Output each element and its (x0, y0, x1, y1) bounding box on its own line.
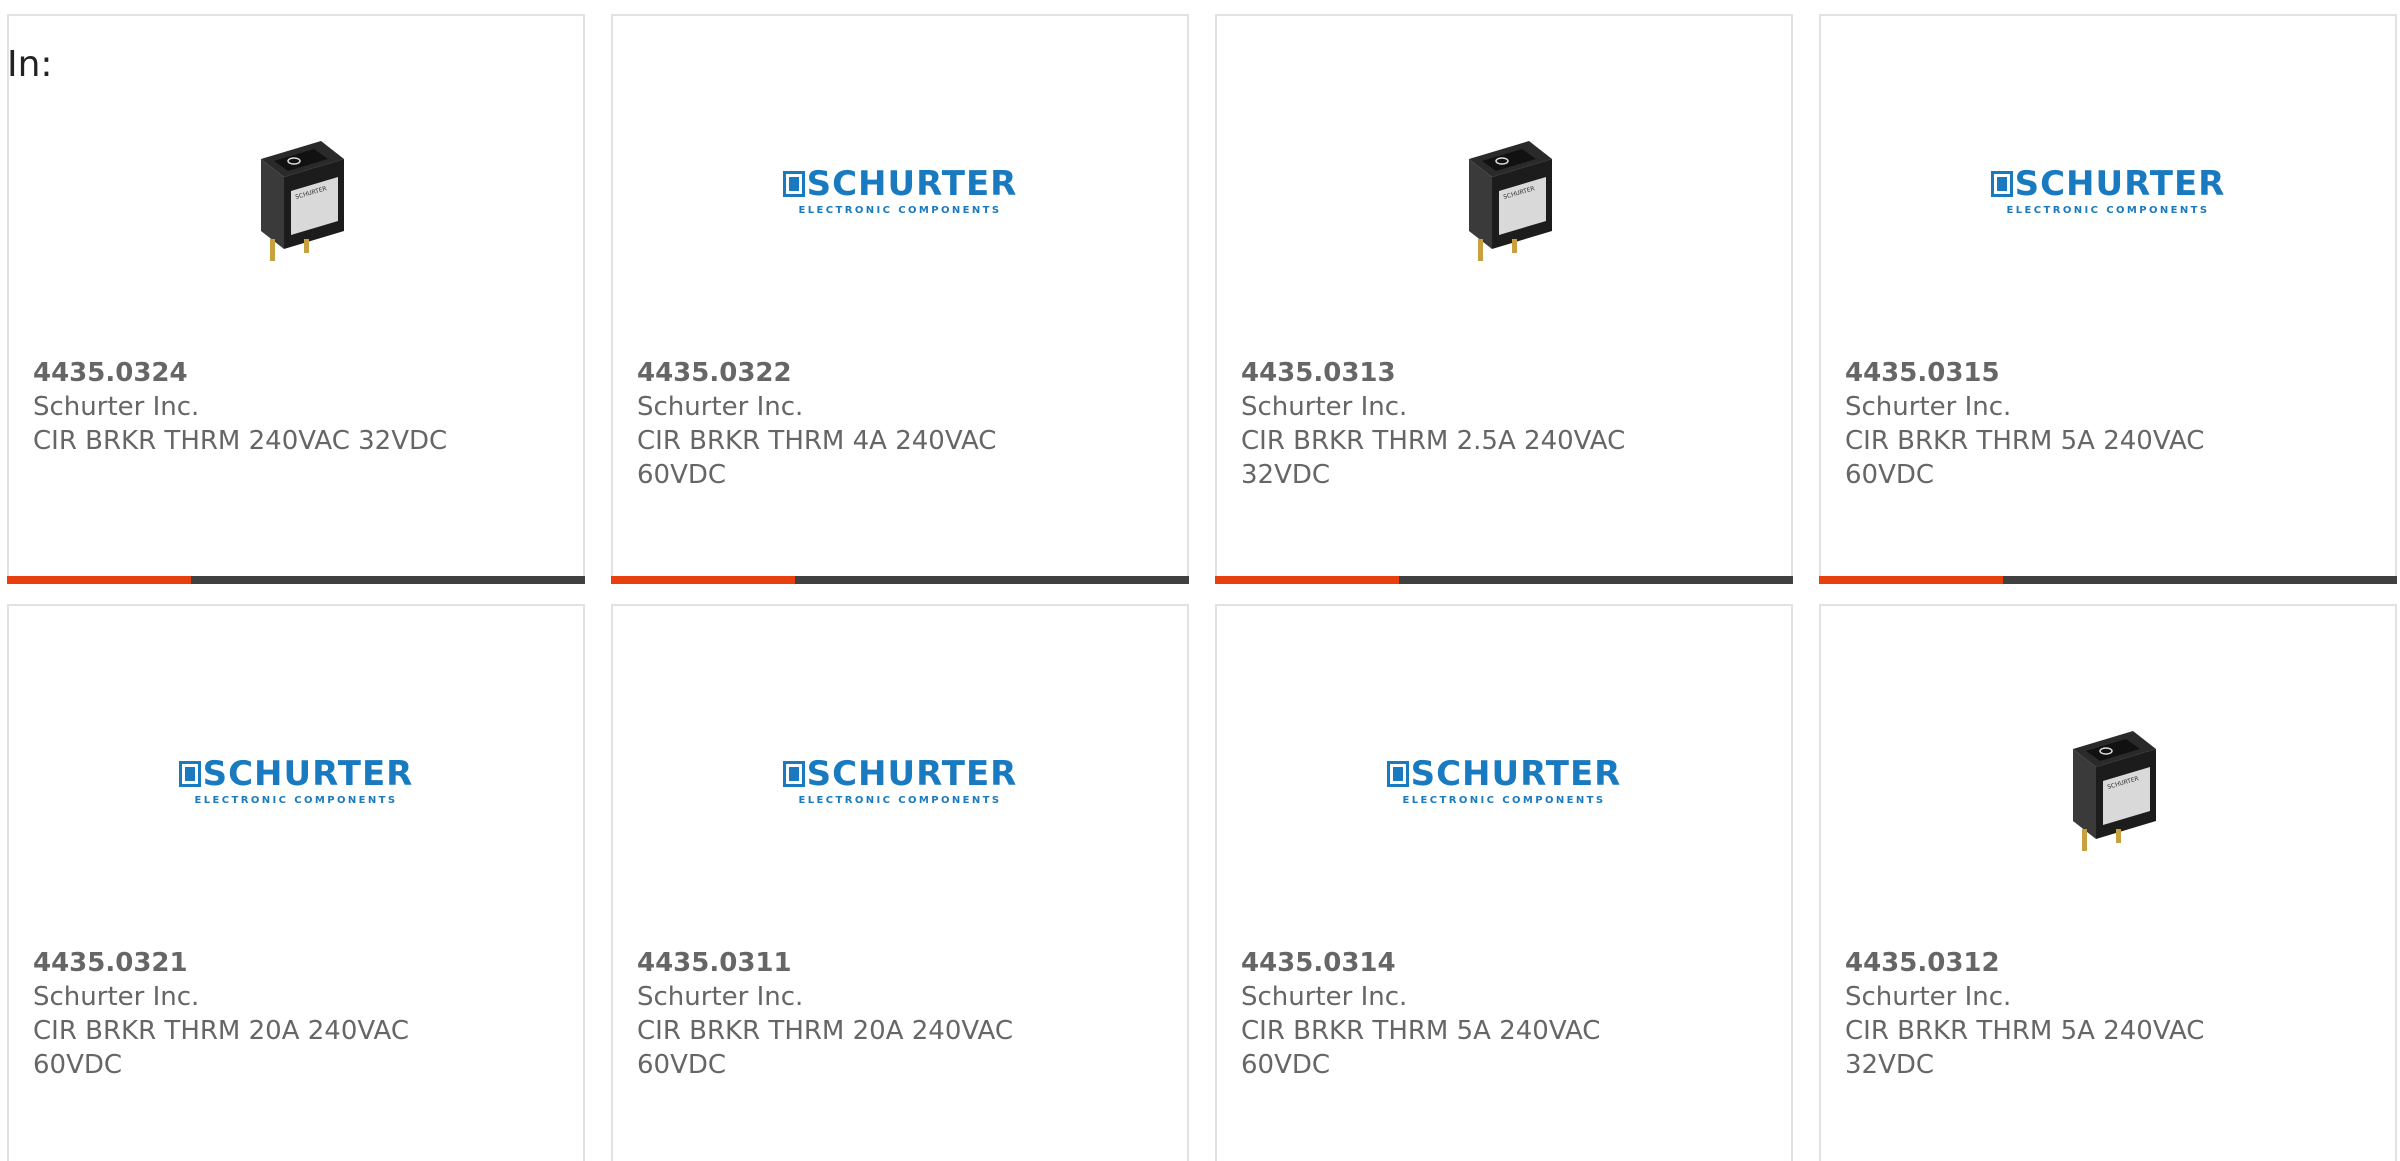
part-number[interactable]: 4435.0314 (1241, 946, 1767, 980)
logo-tagline: ELECTRONIC COMPONENTS (2006, 204, 2210, 216)
product-card[interactable]: SCHURTER ELECTRONIC COMPONENTS 4435.0315… (1819, 14, 2397, 584)
card-accent-bar (611, 576, 1189, 584)
product-info: 4435.0311 Schurter Inc. CIR BRKR THRM 20… (637, 946, 1163, 1082)
schurter-logo-icon: SCHURTER ELECTRONIC COMPONENTS (782, 163, 1018, 216)
manufacturer: Schurter Inc. (1845, 392, 2012, 422)
product-card[interactable]: SCHURTER 4435.0324 Schurter Inc. CIR BRK… (7, 14, 585, 584)
product-card[interactable]: SCHURTER ELECTRONIC COMPONENTS 4435.0314… (1215, 604, 1793, 1161)
logo-name: SCHURTER (806, 163, 1018, 204)
schurter-logo-icon: SCHURTER ELECTRONIC COMPONENTS (1386, 753, 1622, 806)
logo-name: SCHURTER (1410, 753, 1622, 794)
manufacturer: Schurter Inc. (637, 982, 804, 1012)
description: CIR BRKR THRM 240VAC 32VDC (33, 426, 448, 456)
manufacturer: Schurter Inc. (33, 392, 200, 422)
product-card[interactable]: SCHURTER ELECTRONIC COMPONENTS 4435.0311… (611, 604, 1189, 1161)
logo-tagline: ELECTRONIC COMPONENTS (798, 794, 1002, 806)
manufacturer: Schurter Inc. (637, 392, 804, 422)
description: CIR BRKR THRM 20A 240VAC 60VDC (637, 1016, 1013, 1080)
description: CIR BRKR THRM 5A 240VAC 60VDC (1845, 426, 2205, 490)
schurter-logo-icon: SCHURTER ELECTRONIC COMPONENTS (782, 753, 1018, 806)
manufacturer: Schurter Inc. (33, 982, 200, 1012)
part-number[interactable]: 4435.0324 (33, 356, 559, 390)
rocker-switch-icon: SCHURTER (2073, 731, 2156, 851)
rocker-switch-icon: SCHURTER (1469, 141, 1552, 261)
part-number[interactable]: 4435.0312 (1845, 946, 2371, 980)
product-image: SCHURTER ELECTRONIC COMPONENTS (9, 686, 583, 886)
product-info: 4435.0314 Schurter Inc. CIR BRKR THRM 5A… (1241, 946, 1767, 1082)
product-image: SCHURTER (1821, 686, 2395, 886)
description: CIR BRKR THRM 5A 240VAC 60VDC (1241, 1016, 1601, 1080)
logo-name: SCHURTER (806, 753, 1018, 794)
manufacturer: Schurter Inc. (1241, 392, 1408, 422)
description: CIR BRKR THRM 20A 240VAC 60VDC (33, 1016, 409, 1080)
logo-tagline: ELECTRONIC COMPONENTS (798, 204, 1002, 216)
product-grid-page: In: SCHURTER 4435.0324 Schurter Inc. CIR… (0, 0, 2400, 1161)
part-number[interactable]: 4435.0313 (1241, 356, 1767, 390)
product-info: 4435.0313 Schurter Inc. CIR BRKR THRM 2.… (1241, 356, 1767, 492)
product-image: SCHURTER (1217, 96, 1791, 296)
manufacturer: Schurter Inc. (1845, 982, 2012, 1012)
part-number[interactable]: 4435.0315 (1845, 356, 2371, 390)
description: CIR BRKR THRM 2.5A 240VAC 32VDC (1241, 426, 1626, 490)
product-image: SCHURTER ELECTRONIC COMPONENTS (1821, 96, 2395, 296)
part-number[interactable]: 4435.0322 (637, 356, 1163, 390)
schurter-logo-icon: SCHURTER ELECTRONIC COMPONENTS (178, 753, 414, 806)
schurter-logo-icon: SCHURTER ELECTRONIC COMPONENTS (1990, 163, 2226, 216)
product-image: SCHURTER ELECTRONIC COMPONENTS (1217, 686, 1791, 886)
description: CIR BRKR THRM 4A 240VAC 60VDC (637, 426, 997, 490)
product-info: 4435.0312 Schurter Inc. CIR BRKR THRM 5A… (1845, 946, 2371, 1082)
manufacturer: Schurter Inc. (1241, 982, 1408, 1012)
product-card[interactable]: SCHURTER 4435.0313 Schurter Inc. CIR BRK… (1215, 14, 1793, 584)
part-number[interactable]: 4435.0311 (637, 946, 1163, 980)
product-image: SCHURTER ELECTRONIC COMPONENTS (613, 96, 1187, 296)
description: CIR BRKR THRM 5A 240VAC 32VDC (1845, 1016, 2205, 1080)
product-card[interactable]: SCHURTER ELECTRONIC COMPONENTS 4435.0321… (7, 604, 585, 1161)
product-image: SCHURTER ELECTRONIC COMPONENTS (613, 686, 1187, 886)
logo-name: SCHURTER (202, 753, 414, 794)
filter-in-label: In: (7, 44, 53, 85)
logo-tagline: ELECTRONIC COMPONENTS (194, 794, 398, 806)
product-info: 4435.0322 Schurter Inc. CIR BRKR THRM 4A… (637, 356, 1163, 492)
product-info: 4435.0315 Schurter Inc. CIR BRKR THRM 5A… (1845, 356, 2371, 492)
product-card[interactable]: SCHURTER ELECTRONIC COMPONENTS 4435.0322… (611, 14, 1189, 584)
card-accent-bar (1819, 576, 2397, 584)
logo-name: SCHURTER (2014, 163, 2226, 204)
product-info: 4435.0321 Schurter Inc. CIR BRKR THRM 20… (33, 946, 559, 1082)
product-image: SCHURTER (9, 96, 583, 296)
part-number[interactable]: 4435.0321 (33, 946, 559, 980)
logo-tagline: ELECTRONIC COMPONENTS (1402, 794, 1606, 806)
card-accent-bar (1215, 576, 1793, 584)
rocker-switch-icon: SCHURTER (261, 141, 344, 261)
card-accent-bar (7, 576, 585, 584)
product-card[interactable]: SCHURTER 4435.0312 Schurter Inc. CIR BRK… (1819, 604, 2397, 1161)
product-info: 4435.0324 Schurter Inc. CIR BRKR THRM 24… (33, 356, 559, 458)
